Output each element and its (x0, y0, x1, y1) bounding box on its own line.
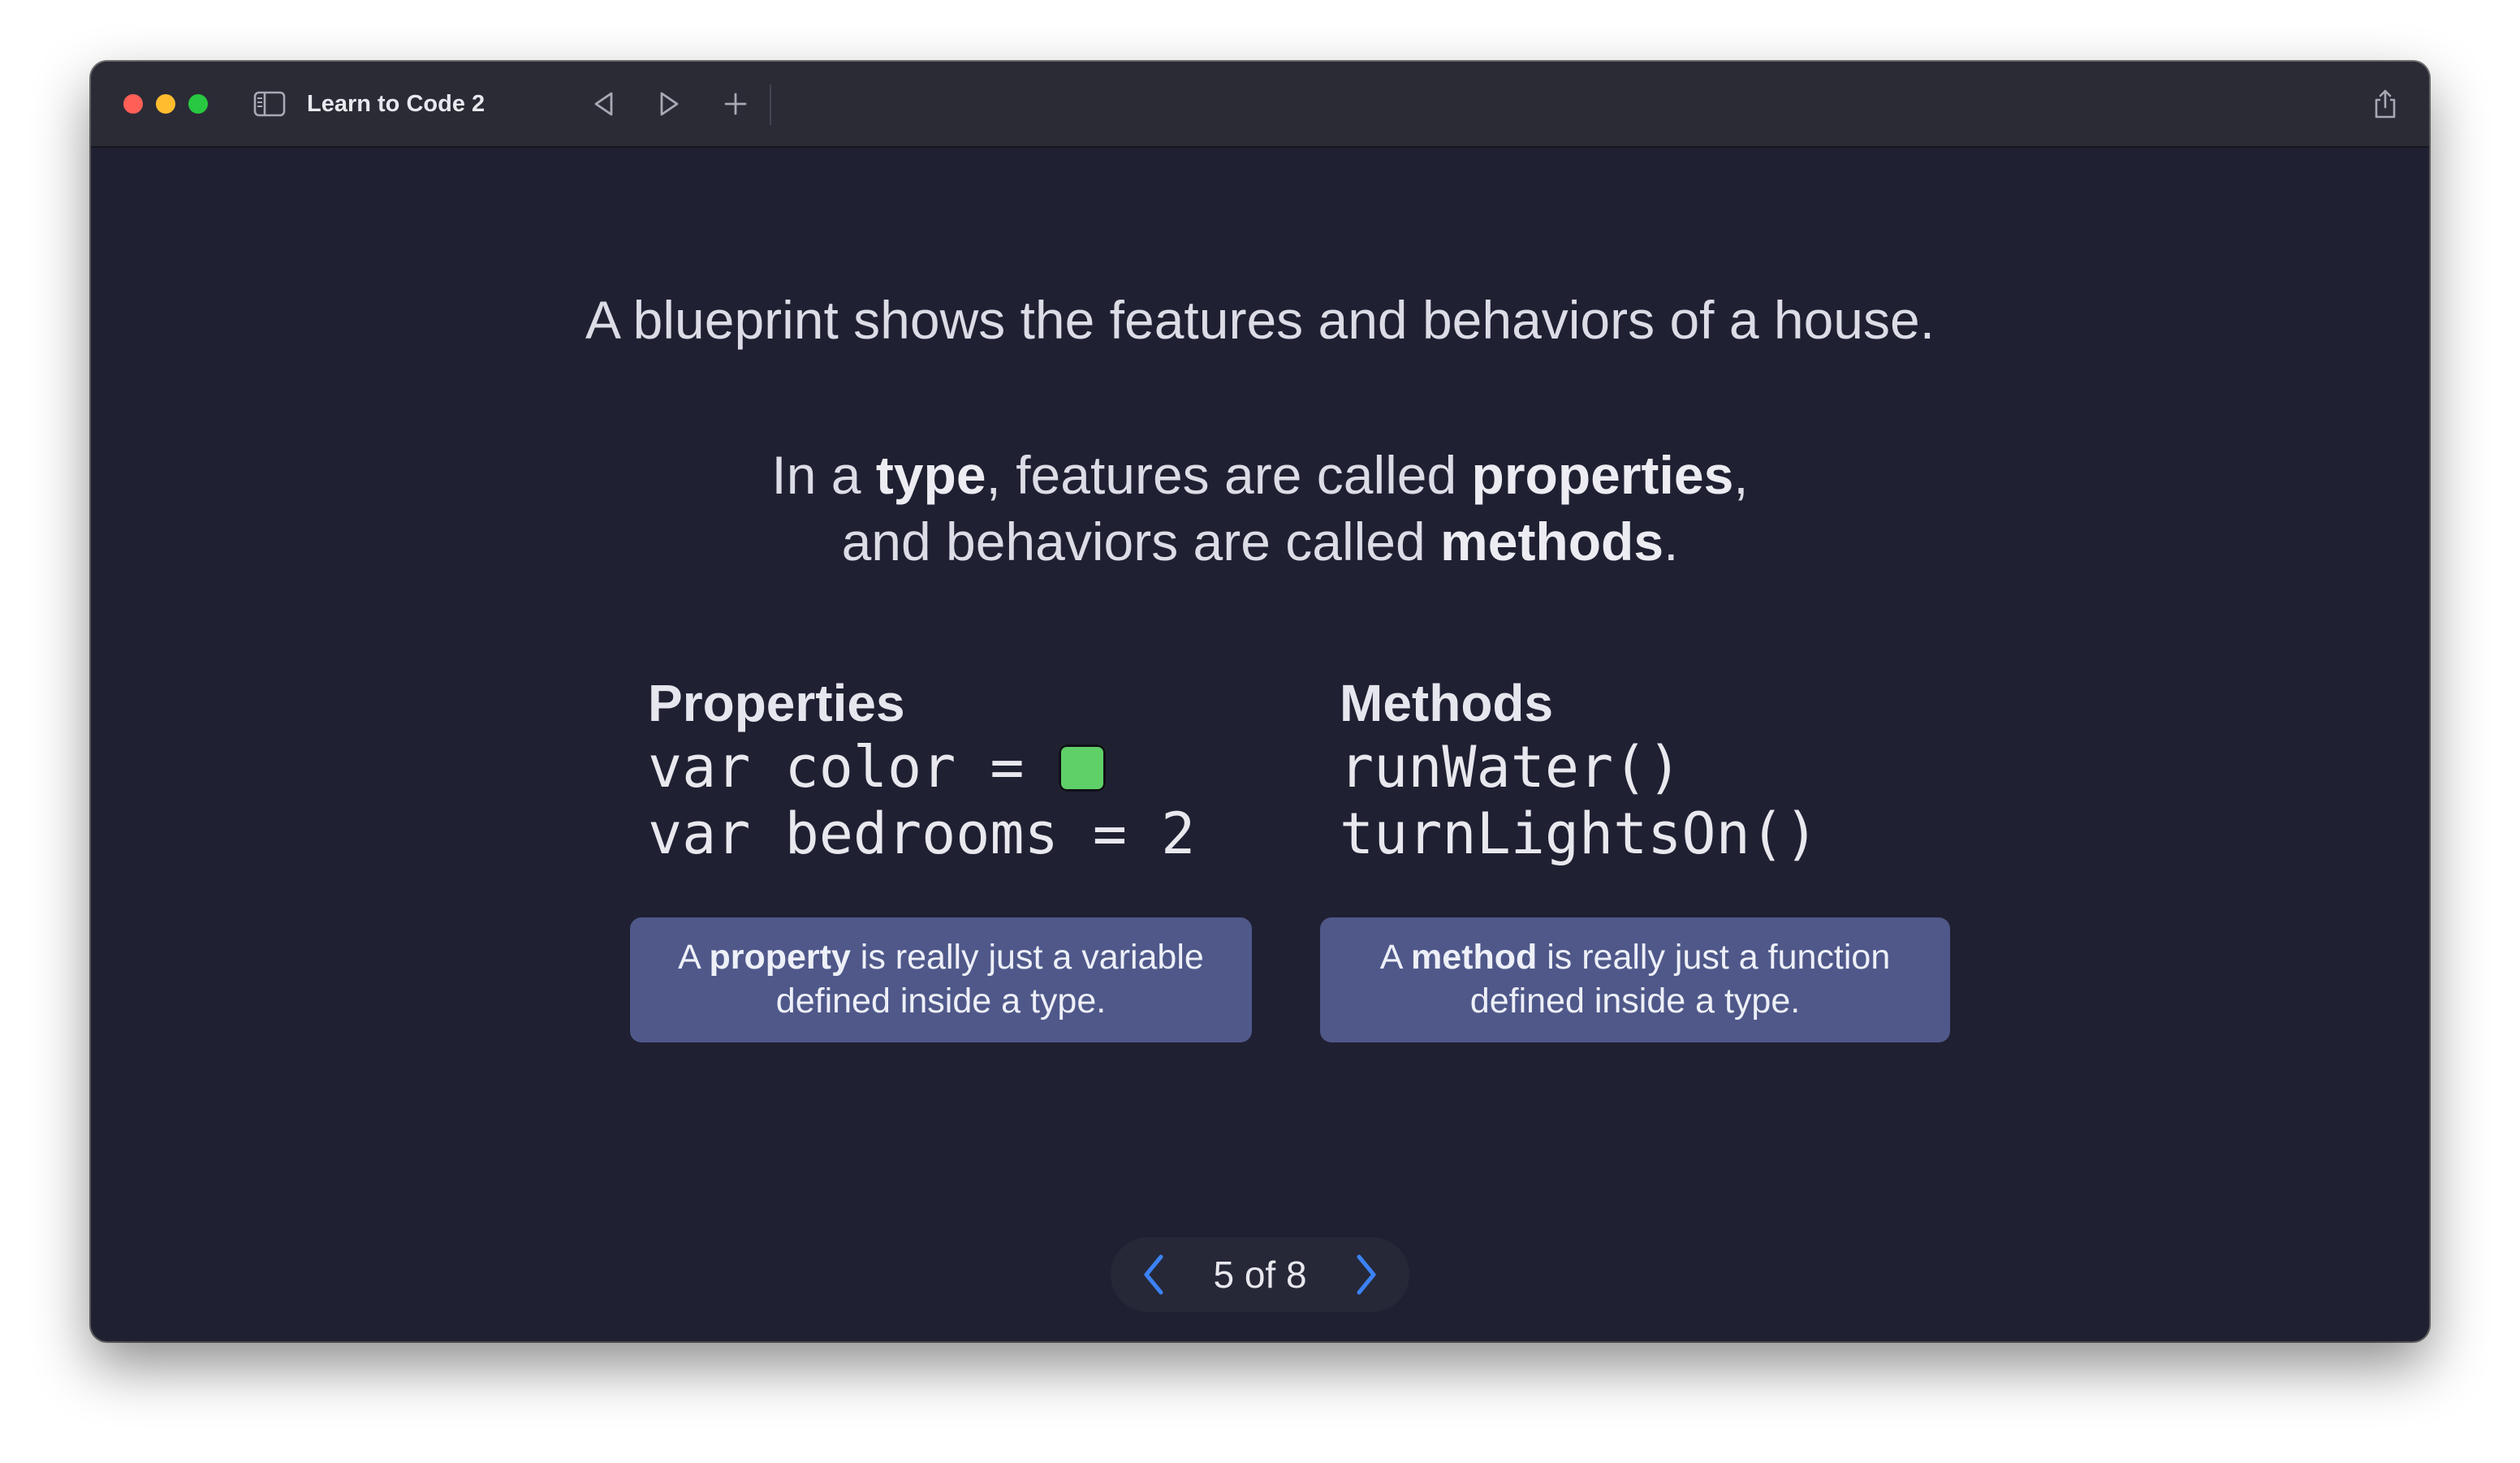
sidebar-toggle-icon[interactable] (248, 83, 291, 125)
property-code-color: var color = (648, 734, 1106, 801)
intro-text: , (1733, 445, 1749, 505)
chevron-right-icon (1357, 1254, 1376, 1295)
page-navigator: 5 of 8 (1111, 1237, 1409, 1312)
plus-icon[interactable] (714, 83, 757, 125)
zoom-window-button[interactable] (188, 94, 208, 114)
callout-text: A (1379, 938, 1411, 977)
method-callout: A method is really just a function defin… (1320, 917, 1950, 1042)
callout-text: is really just a function (1537, 938, 1891, 977)
previous-page-button[interactable] (1128, 1249, 1180, 1301)
property-callout: A property is really just a variable def… (630, 917, 1252, 1042)
share-icon[interactable] (2364, 83, 2406, 125)
callout-term-property: property (709, 938, 851, 977)
intro-term-properties: properties (1471, 445, 1734, 505)
properties-heading: Properties (648, 674, 905, 732)
property-callout-line-2: defined inside a type. (775, 982, 1107, 1021)
triangle-right-icon[interactable] (648, 83, 690, 125)
methods-heading: Methods (1340, 674, 1554, 732)
method-callout-line-2: defined inside a type. (1469, 982, 1801, 1021)
callout-text: is really just a variable (850, 938, 1204, 977)
intro-text: , features are called (986, 445, 1472, 505)
method-code-turnlightson: turnLightsOn() (1340, 801, 1819, 867)
intro-term-type: type (875, 445, 986, 505)
property-code-bedrooms: var bedrooms = 2 (648, 801, 1196, 867)
method-code-runwater: runWater() (1340, 734, 1682, 801)
slide-intro-line-2: and behaviors are called methods. (0, 508, 2520, 575)
intro-term-methods: methods (1440, 511, 1664, 572)
color-swatch (1058, 744, 1106, 792)
intro-text: and behaviors are called (841, 511, 1441, 572)
callout-text: A (678, 938, 710, 977)
page-indicator: 5 of 8 (1213, 1254, 1307, 1296)
property-code-color-text: var color = (648, 734, 1059, 801)
screen: Learn to Code 2 A blueprint shows the fe… (0, 0, 2520, 1463)
triangle-left-icon[interactable] (583, 83, 625, 125)
callout-term-method: method (1411, 938, 1538, 977)
slide-headline: A blueprint shows the features and behav… (585, 290, 1935, 350)
toolbar-divider (770, 84, 771, 125)
minimize-window-button[interactable] (156, 94, 175, 114)
slide-intro-line-1: In a type, features are called propertie… (0, 442, 2520, 508)
close-window-button[interactable] (123, 94, 143, 114)
intro-text: . (1663, 511, 1679, 572)
intro-text: In a (771, 445, 876, 505)
window-title: Learn to Code 2 (307, 91, 485, 117)
app-window: Learn to Code 2 (91, 62, 2429, 1341)
method-callout-line-1: A method is really just a function (1320, 935, 1950, 979)
title-bar: Learn to Code 2 (91, 62, 2429, 148)
next-page-button[interactable] (1340, 1249, 1392, 1301)
property-callout-line-1: A property is really just a variable (630, 935, 1252, 979)
chevron-left-icon (1144, 1254, 1163, 1295)
